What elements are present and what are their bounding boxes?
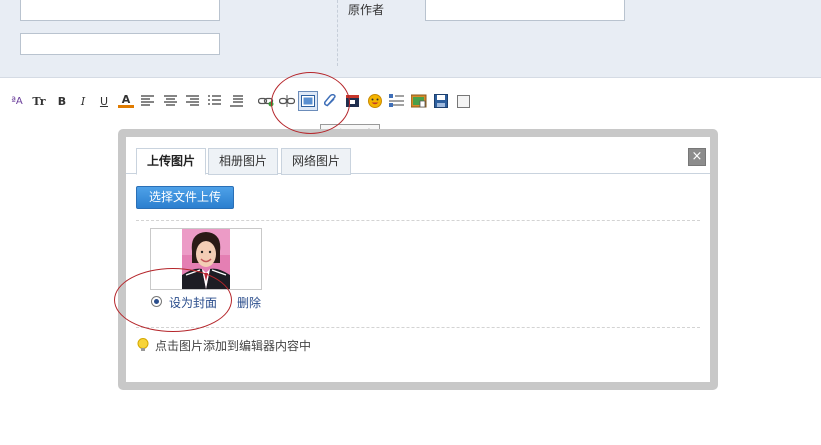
underline-icon[interactable]: U bbox=[96, 93, 112, 109]
image-thumbnail[interactable] bbox=[150, 228, 262, 290]
image-dialog: 上传图片 相册图片 网络图片 × 选择文件上传 设为封面 删除 点击图片添加到编… bbox=[118, 129, 718, 390]
tab-album-image[interactable]: 相册图片 bbox=[208, 148, 279, 175]
title-input[interactable] bbox=[20, 0, 220, 21]
dialog-tabs: 上传图片 相册图片 网络图片 × bbox=[126, 137, 710, 175]
delete-link[interactable]: 删除 bbox=[237, 294, 261, 311]
upload-file-button[interactable]: 选择文件上传 bbox=[136, 186, 234, 209]
author-label: 原作者 bbox=[348, 3, 385, 17]
font-style-icon[interactable]: ªA bbox=[8, 93, 26, 109]
portrait-photo[interactable] bbox=[182, 229, 230, 289]
tab-upload-image[interactable]: 上传图片 bbox=[136, 148, 207, 175]
hint-text: 点击图片添加到编辑器内容中 bbox=[155, 339, 312, 353]
link-icon[interactable] bbox=[258, 93, 274, 109]
tab-web-image[interactable]: 网络图片 bbox=[281, 148, 352, 175]
align-right-icon[interactable] bbox=[185, 93, 201, 109]
author-input[interactable] bbox=[425, 0, 625, 21]
unordered-list-icon[interactable] bbox=[229, 93, 245, 109]
insert-media-icon[interactable] bbox=[411, 93, 427, 109]
editor-toolbar: ªA Tr B I U A bbox=[0, 90, 821, 116]
unlink-icon[interactable] bbox=[279, 93, 295, 109]
close-icon[interactable]: × bbox=[688, 148, 706, 166]
set-cover-label[interactable]: 设为封面 bbox=[169, 294, 217, 311]
form-panel: 原作者 bbox=[0, 0, 821, 78]
bold-icon[interactable]: B bbox=[54, 93, 70, 109]
divider bbox=[136, 327, 700, 328]
lightbulb-icon bbox=[137, 338, 149, 351]
align-center-icon[interactable] bbox=[163, 93, 179, 109]
video-icon[interactable] bbox=[345, 93, 361, 109]
set-cover-radio[interactable] bbox=[151, 296, 162, 307]
text-size-icon[interactable]: Tr bbox=[30, 93, 48, 109]
image-icon[interactable] bbox=[298, 91, 318, 111]
emoticon-icon[interactable] bbox=[367, 93, 383, 109]
italic-icon[interactable]: I bbox=[75, 93, 91, 109]
insert-rule-icon[interactable] bbox=[389, 93, 405, 109]
font-color-icon[interactable]: A bbox=[118, 93, 134, 108]
divider bbox=[136, 220, 700, 221]
align-left-icon[interactable] bbox=[140, 93, 156, 109]
attachment-icon[interactable] bbox=[323, 93, 339, 109]
checkbox-icon[interactable] bbox=[455, 93, 471, 109]
form-divider bbox=[337, 0, 338, 66]
ordered-list-icon[interactable] bbox=[207, 93, 223, 109]
image-dialog-body: 上传图片 相册图片 网络图片 × 选择文件上传 设为封面 删除 点击图片添加到编… bbox=[126, 137, 710, 382]
subtitle-input[interactable] bbox=[20, 33, 220, 55]
save-icon[interactable] bbox=[433, 93, 449, 109]
